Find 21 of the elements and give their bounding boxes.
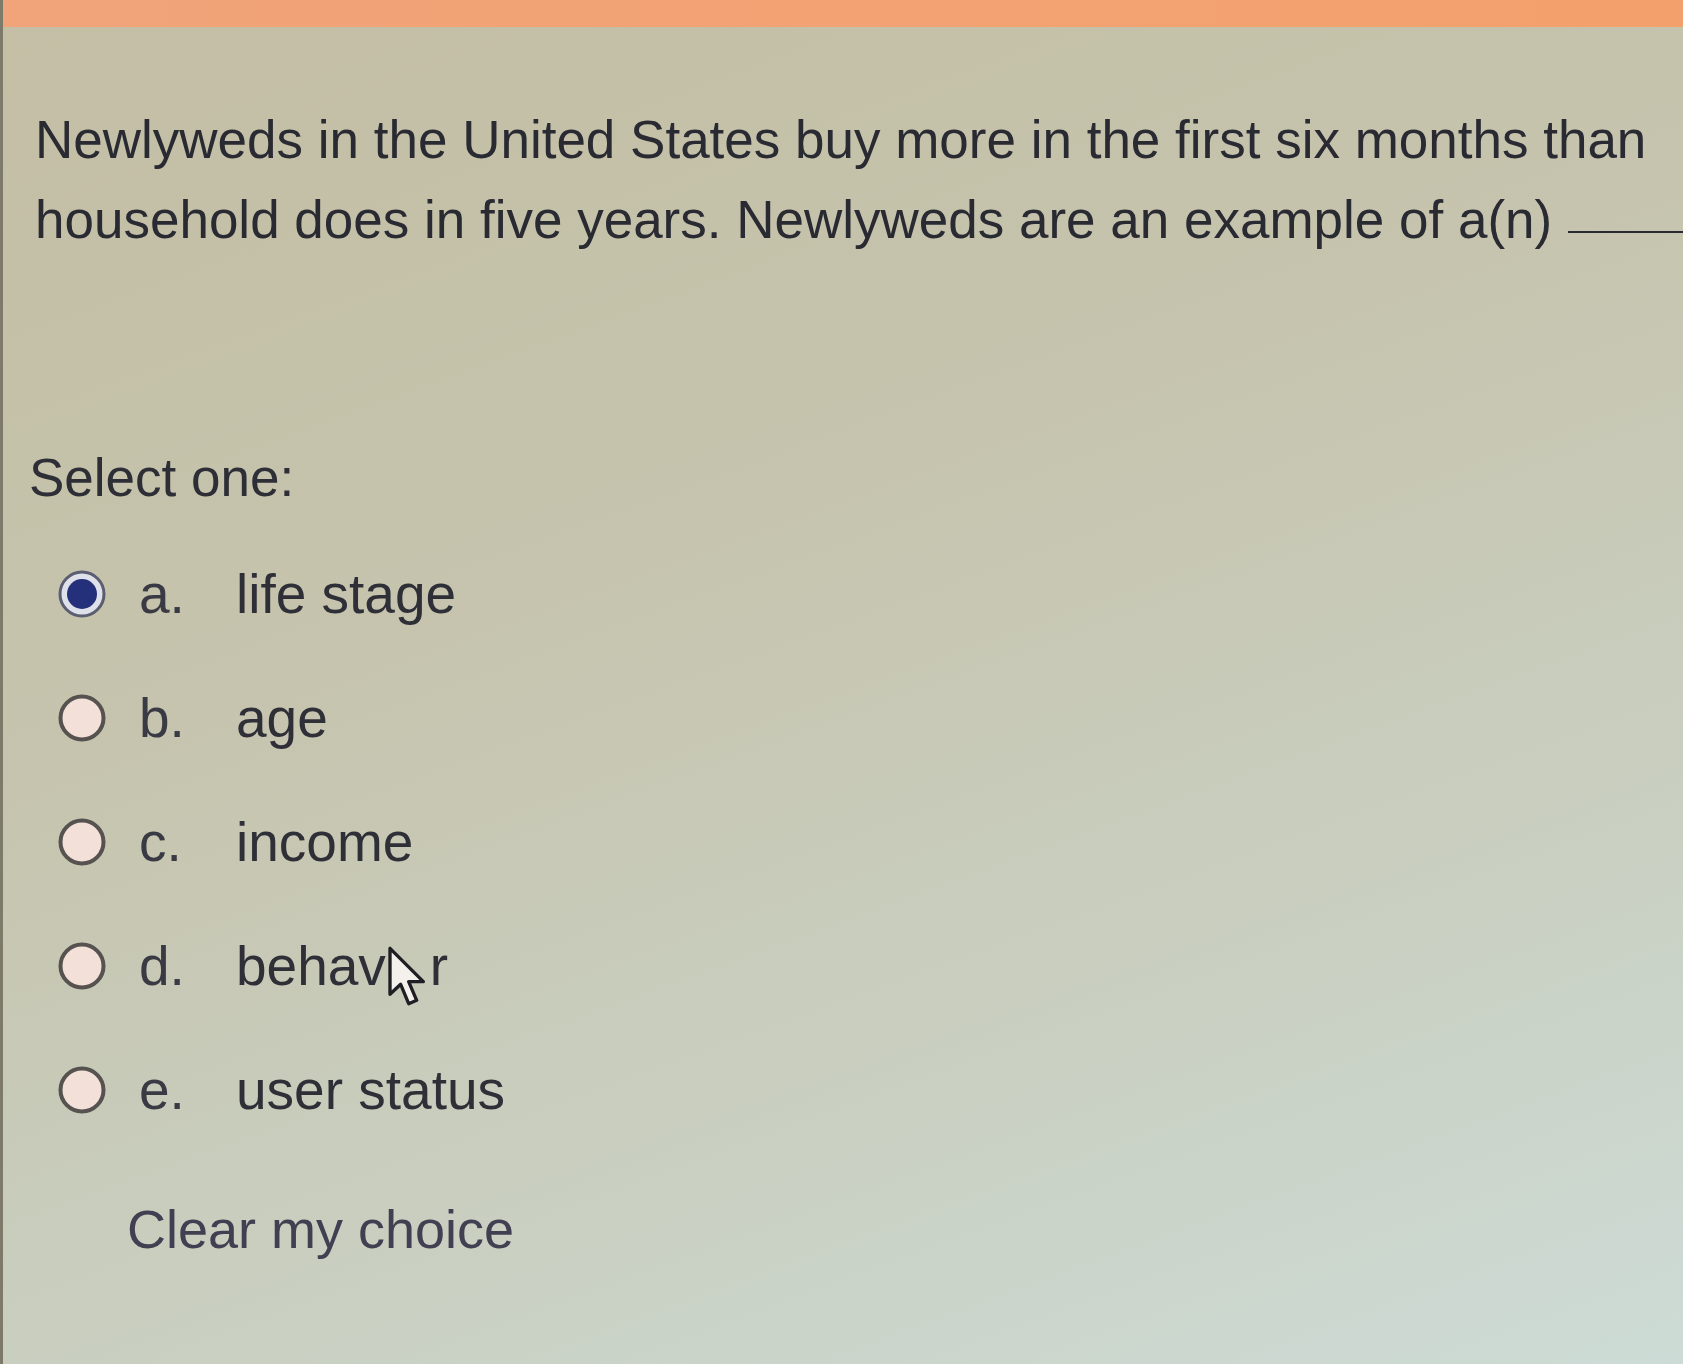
option-letter: e. xyxy=(139,1058,186,1122)
radio-icon[interactable] xyxy=(58,818,106,866)
option-letter: d. xyxy=(139,934,186,998)
mouse-pointer-icon xyxy=(387,946,428,1008)
question-text: Newlyweds in the United States buy more in the first six months than xyxy=(35,109,1647,171)
option-letter: a. xyxy=(139,562,186,626)
option-text: behav xyxy=(236,934,386,998)
radio-selected-icon[interactable] xyxy=(58,570,106,618)
clear-choice-link[interactable]: Clear my choice xyxy=(127,1189,515,1269)
option-letter: c. xyxy=(139,810,183,874)
radio-icon[interactable] xyxy=(58,694,106,742)
question-text: household does in five years. Newlyweds are an example of a(n) xyxy=(35,189,1553,251)
option-text: income xyxy=(236,810,414,874)
option-text-fragment: r xyxy=(429,934,449,998)
option-text: user status xyxy=(236,1058,505,1122)
radio-icon[interactable] xyxy=(58,1066,106,1114)
option-letter: b. xyxy=(139,686,186,750)
radio-icon[interactable] xyxy=(58,942,106,990)
option-text: age xyxy=(236,686,328,750)
option-text: life stage xyxy=(236,562,457,626)
select-prompt: Select one: xyxy=(29,447,295,509)
